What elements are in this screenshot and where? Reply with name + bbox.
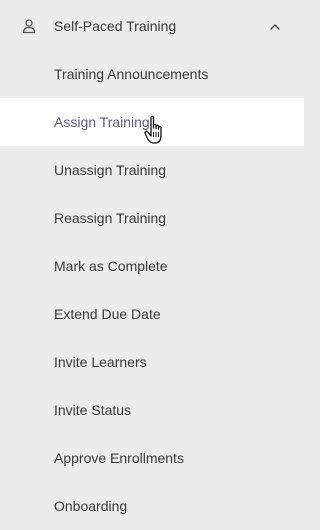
menu-item-approve-enrollments[interactable]: Approve Enrollments <box>0 434 304 482</box>
menu-item-label: Onboarding <box>54 498 128 514</box>
section-header-self-paced-training[interactable]: Self-Paced Training <box>0 2 304 50</box>
menu-item-unassign-training[interactable]: Unassign Training <box>0 146 304 194</box>
menu-item-training-announcements[interactable]: Training Announcements <box>0 50 304 98</box>
menu-item-label: Extend Due Date <box>54 306 161 322</box>
menu-item-label: Training Announcements <box>54 66 209 82</box>
menu-item-label: Invite Status <box>54 402 132 418</box>
menu-item-label: Mark as Complete <box>54 258 168 274</box>
chevron-up-icon[interactable] <box>268 20 282 34</box>
menu-item-assign-training[interactable]: Assign Training <box>0 98 304 146</box>
user-icon <box>21 18 37 34</box>
menu-item-extend-due-date[interactable]: Extend Due Date <box>0 290 304 338</box>
menu-item-mark-as-complete[interactable]: Mark as Complete <box>0 242 304 290</box>
menu-item-invite-learners[interactable]: Invite Learners <box>0 338 304 386</box>
training-menu: Training Announcements Assign Training U… <box>0 50 304 530</box>
menu-item-onboarding[interactable]: Onboarding <box>0 482 304 530</box>
menu-item-label: Approve Enrollments <box>54 450 184 466</box>
menu-item-reassign-training[interactable]: Reassign Training <box>0 194 304 242</box>
menu-item-label: Reassign Training <box>54 210 167 226</box>
menu-item-invite-status[interactable]: Invite Status <box>0 386 304 434</box>
section-title: Self-Paced Training <box>54 18 177 34</box>
menu-item-label: Invite Learners <box>54 354 147 370</box>
menu-item-label: Assign Training <box>54 114 150 130</box>
menu-item-label: Unassign Training <box>54 162 167 178</box>
